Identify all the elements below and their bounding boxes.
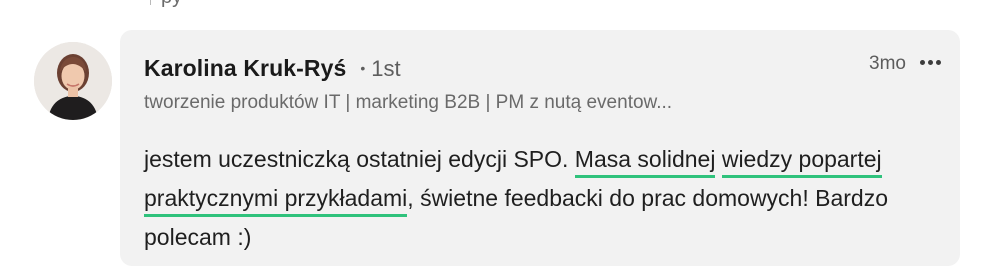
- comment-author: Karolina Kruk-Ryś • 1st: [144, 55, 401, 82]
- bullet-dot-icon: •: [360, 60, 366, 76]
- comment-bubble: Karolina Kruk-Ryś • 1st tworzenie produkt…: [120, 30, 960, 266]
- comment-text: jestem uczestniczką ostatniej edycji SPO…: [144, 140, 944, 257]
- previous-comment-fragment: py: [150, 0, 182, 9]
- author-name[interactable]: Karolina Kruk-Ryś: [144, 55, 346, 82]
- comment-text-part1: jestem uczestniczką ostatniej edycji SPO…: [144, 146, 569, 172]
- divider: [150, 0, 151, 5]
- more-options-button[interactable]: [914, 50, 946, 74]
- more-horizontal-icon: [935, 59, 941, 65]
- connection-degree: • 1st: [360, 56, 400, 82]
- comment-highlight-1: Masa solidnej: [574, 146, 716, 178]
- author-headline: tworzenie produktów IT | marketing B2B |…: [144, 92, 673, 113]
- fragment-text: py: [161, 0, 182, 9]
- connection-degree-label: 1st: [371, 56, 401, 81]
- more-horizontal-icon: [919, 59, 925, 65]
- comment-timestamp: 3mo: [869, 53, 906, 74]
- avatar[interactable]: [34, 42, 112, 120]
- avatar-photo: [34, 42, 112, 120]
- more-horizontal-icon: [927, 59, 933, 65]
